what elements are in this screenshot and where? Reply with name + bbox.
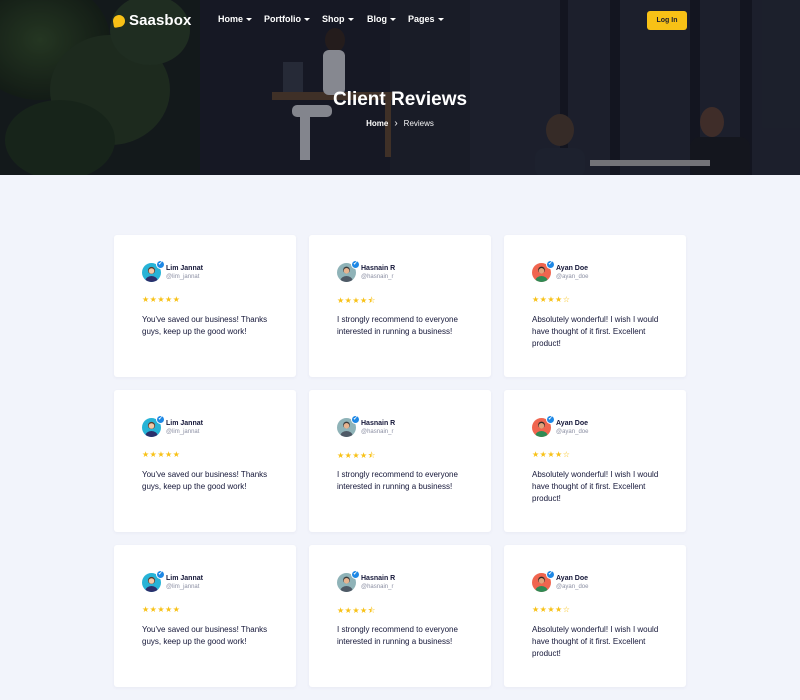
reviewer-handle: @ayan_doe bbox=[556, 274, 589, 280]
star-rating: ★★★★⯪ bbox=[337, 606, 376, 615]
main-menu: Home Portfolio Shop Blog Pages bbox=[218, 14, 444, 24]
menu-item-label: Portfolio bbox=[264, 14, 301, 24]
menu-item-blog[interactable]: Blog bbox=[367, 14, 408, 24]
page-title: Client Reviews bbox=[332, 89, 468, 110]
star-rating: ★★★★⯪ bbox=[337, 451, 376, 460]
brand-logo[interactable]: Saasbox bbox=[112, 12, 192, 29]
menu-item-portfolio[interactable]: Portfolio bbox=[264, 14, 322, 24]
avatar-wrap: ✓ bbox=[532, 415, 555, 437]
verified-check-icon: ✓ bbox=[156, 415, 165, 424]
reviewer-name: Hasnain R bbox=[361, 575, 396, 582]
reviewer-name: Lim Jannat bbox=[166, 420, 203, 427]
review-card: ✓ Lim Jannat @lim_jannat ★★★★★ You've sa… bbox=[114, 390, 296, 532]
verified-check-icon: ✓ bbox=[351, 415, 360, 424]
menu-item-pages[interactable]: Pages bbox=[408, 14, 444, 24]
avatar-wrap: ✓ bbox=[337, 415, 360, 437]
star-rating: ★★★★☆ bbox=[532, 450, 571, 459]
menu-item-label: Blog bbox=[367, 14, 387, 24]
reviewer-handle: @hasnain_r bbox=[361, 584, 394, 590]
login-button[interactable]: Log In bbox=[647, 11, 687, 30]
logo-text: Saasbox bbox=[129, 12, 192, 29]
avatar-wrap: ✓ bbox=[142, 415, 165, 437]
review-text: Absolutely wonderful! I wish I would hav… bbox=[532, 470, 659, 503]
star-rating: ★★★★☆ bbox=[532, 605, 571, 614]
star-rating: ★★★★★ bbox=[142, 295, 181, 304]
verified-check-icon: ✓ bbox=[156, 570, 165, 579]
reviewer-name: Hasnain R bbox=[361, 420, 396, 427]
logo-icon bbox=[112, 13, 126, 28]
top-navigation: Saasbox Home Portfolio Shop Blog Pages L… bbox=[0, 0, 800, 40]
verified-check-icon: ✓ bbox=[546, 260, 555, 269]
page-hero: Saasbox Home Portfolio Shop Blog Pages L… bbox=[0, 0, 800, 175]
verified-check-icon: ✓ bbox=[156, 260, 165, 269]
reviewer-name: Ayan Doe bbox=[556, 265, 589, 272]
breadcrumb-home-link[interactable]: Home bbox=[366, 119, 388, 128]
caret-down-icon bbox=[437, 18, 444, 21]
caret-down-icon bbox=[390, 18, 396, 21]
avatar-wrap: ✓ bbox=[142, 260, 165, 282]
reviewer-name: Ayan Doe bbox=[556, 575, 589, 582]
menu-item-label: Home bbox=[218, 14, 244, 24]
reviewer-name: Hasnain R bbox=[361, 265, 396, 272]
menu-item-shop[interactable]: Shop bbox=[322, 14, 367, 24]
caret-down-icon bbox=[347, 18, 354, 21]
avatar-wrap: ✓ bbox=[532, 260, 555, 282]
chevron-right-icon: › bbox=[394, 117, 398, 129]
review-card: ✓ Lim Jannat @lim_jannat ★★★★★ You've sa… bbox=[114, 545, 296, 687]
review-card: ✓ Hasnain R @hasnain_r ★★★★⯪ I strongly … bbox=[309, 235, 491, 377]
star-rating: ★★★★★ bbox=[142, 450, 181, 459]
reviewer-handle: @lim_jannat bbox=[166, 274, 200, 280]
avatar-wrap: ✓ bbox=[532, 570, 555, 592]
review-card: ✓ Lim Jannat @lim_jannat ★★★★★ You've sa… bbox=[114, 235, 296, 377]
review-card: ✓ Ayan Doe @ayan_doe ★★★★☆ Absolutely wo… bbox=[504, 390, 686, 532]
star-rating: ★★★★⯪ bbox=[337, 296, 376, 305]
review-card: ✓ Hasnain R @hasnain_r ★★★★⯪ I strongly … bbox=[309, 545, 491, 687]
review-text: I strongly recommend to everyone interes… bbox=[337, 470, 458, 491]
avatar-wrap: ✓ bbox=[337, 260, 360, 282]
verified-check-icon: ✓ bbox=[546, 415, 555, 424]
caret-down-icon bbox=[304, 18, 310, 21]
review-text: You've saved our business! Thanks guys, … bbox=[142, 470, 268, 491]
menu-item-label: Shop bbox=[322, 14, 345, 24]
avatar-wrap: ✓ bbox=[337, 570, 360, 592]
reviewer-name: Ayan Doe bbox=[556, 420, 589, 427]
breadcrumb-current: Reviews bbox=[403, 119, 434, 128]
reviewer-handle: @ayan_doe bbox=[556, 429, 589, 435]
review-text: You've saved our business! Thanks guys, … bbox=[142, 315, 268, 336]
avatar-wrap: ✓ bbox=[142, 570, 165, 592]
review-text: I strongly recommend to everyone interes… bbox=[337, 625, 458, 646]
reviewer-name: Lim Jannat bbox=[166, 575, 203, 582]
menu-item-label: Pages bbox=[408, 14, 435, 24]
reviews-grid: ✓ Lim Jannat @lim_jannat ★★★★★ You've sa… bbox=[114, 235, 687, 687]
review-text: You've saved our business! Thanks guys, … bbox=[142, 625, 268, 646]
review-card: ✓ Ayan Doe @ayan_doe ★★★★☆ Absolutely wo… bbox=[504, 235, 686, 377]
reviewer-handle: @lim_jannat bbox=[166, 429, 200, 435]
menu-item-home[interactable]: Home bbox=[218, 14, 264, 24]
review-text: Absolutely wonderful! I wish I would hav… bbox=[532, 625, 659, 658]
reviewer-handle: @ayan_doe bbox=[556, 584, 589, 590]
review-card: ✓ Ayan Doe @ayan_doe ★★★★☆ Absolutely wo… bbox=[504, 545, 686, 687]
breadcrumb: Home › Reviews bbox=[0, 117, 800, 129]
review-text: I strongly recommend to everyone interes… bbox=[337, 315, 458, 336]
reviewer-handle: @hasnain_r bbox=[361, 429, 394, 435]
review-card: ✓ Hasnain R @hasnain_r ★★★★⯪ I strongly … bbox=[309, 390, 491, 532]
star-rating: ★★★★☆ bbox=[532, 295, 571, 304]
review-text: Absolutely wonderful! I wish I would hav… bbox=[532, 315, 659, 348]
verified-check-icon: ✓ bbox=[351, 260, 360, 269]
reviewer-handle: @hasnain_r bbox=[361, 274, 394, 280]
reviewer-handle: @lim_jannat bbox=[166, 584, 200, 590]
reviewer-name: Lim Jannat bbox=[166, 265, 203, 272]
caret-down-icon bbox=[246, 18, 253, 21]
verified-check-icon: ✓ bbox=[351, 570, 360, 579]
verified-check-icon: ✓ bbox=[546, 570, 555, 579]
star-rating: ★★★★★ bbox=[142, 605, 181, 614]
